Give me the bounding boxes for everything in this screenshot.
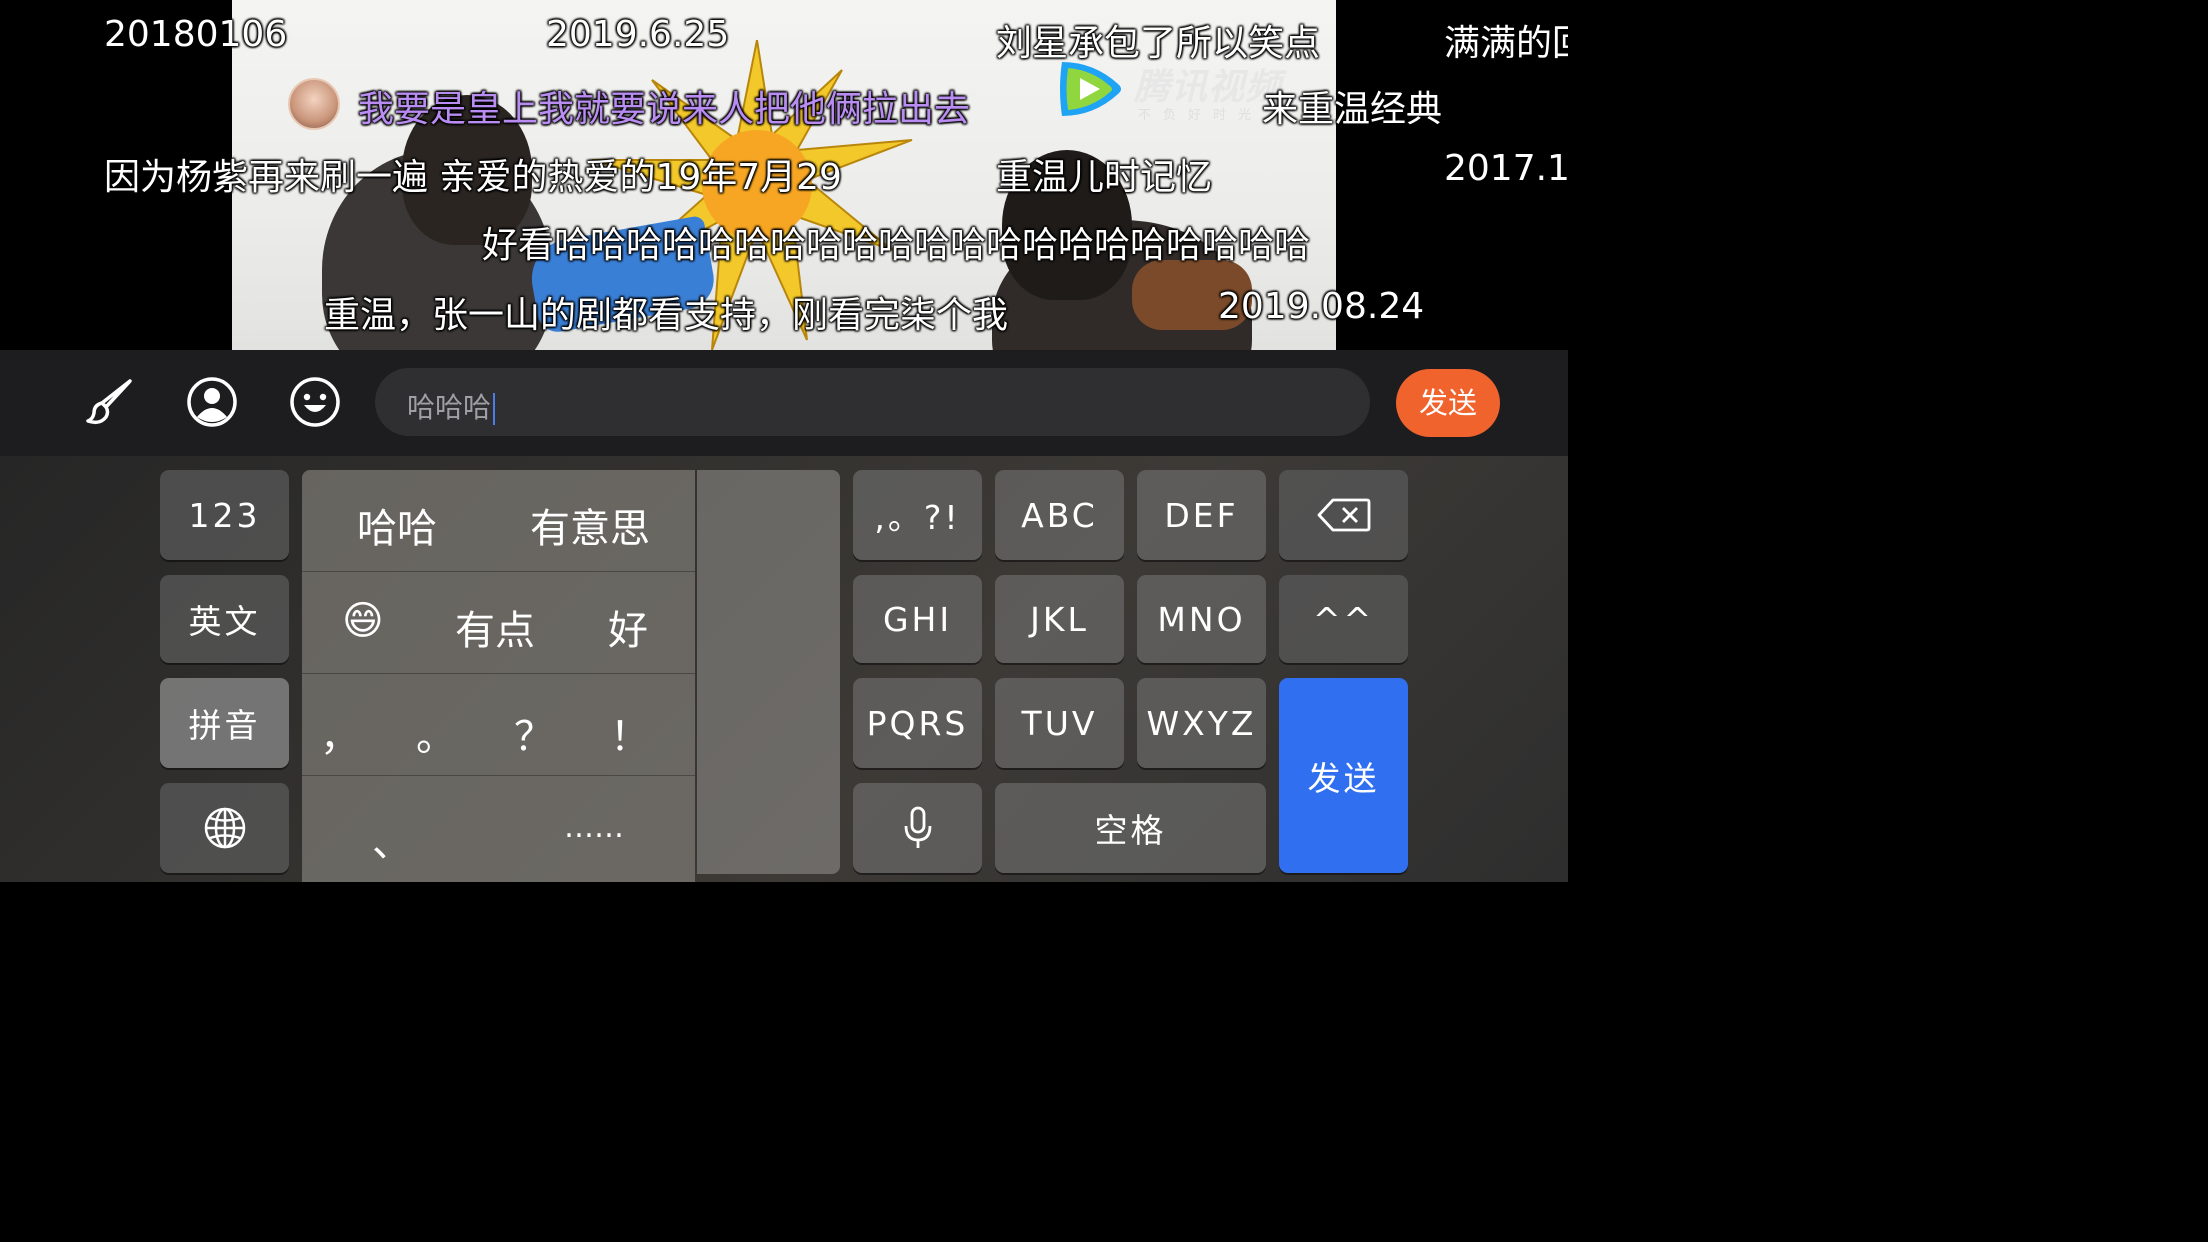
danmu-comment-highlighted: 我要是皇上我就要说来人把他俩拉出去 [358,89,971,130]
key-mno[interactable]: MNO [1137,575,1266,663]
candidate-panel: 哈哈 有意思 😄 有点 好 ， 。 ？ ！ 、 …… [302,470,695,882]
watermark-slogan: 不负好时光 [1138,108,1264,123]
backspace-icon [1317,498,1370,532]
send-button[interactable]: 发送 [1396,369,1500,437]
microphone-icon [904,806,931,848]
key-globe[interactable] [160,783,289,873]
key-123[interactable]: 123 [160,470,289,560]
candidate-word[interactable]: 有点 [455,598,535,656]
candidate-punct[interactable]: 、 [372,810,412,868]
candidate-panel-side [697,470,840,874]
candidate-punct[interactable]: …… [564,810,624,845]
globe-icon [204,807,245,849]
key-ghi[interactable]: GHI [853,575,982,663]
candidate-row: 😄 有点 好 [302,572,695,674]
video-player[interactable]: 腾讯视频 不负好时光 20180106 2019.6.25 刘星承包了所以笑点 … [0,0,1568,350]
candidate-punct[interactable]: ？ [514,704,554,762]
input-value: 哈哈哈 [407,391,492,424]
candidate-punct[interactable]: ， [320,704,360,762]
key-emoticon[interactable]: ^^ [1279,575,1408,663]
key-pqrs[interactable]: PQRS [853,678,982,768]
pinyin-keyboard: 123 英文 拼音 哈哈 有意思 😄 有点 好 ， 。 ？ ！ 、 …… ,。?… [0,456,1568,882]
danmu-comment: 好看哈哈哈哈哈哈哈哈哈哈哈哈哈哈哈哈哈哈哈哈哈 [482,225,1311,266]
emoji-icon[interactable] [288,375,342,429]
candidate-word[interactable]: 好 [608,598,648,656]
danmu-comment: 重温儿时记忆 [996,157,1213,198]
candidate-emoji[interactable]: 😄 [342,598,384,644]
danmu-comment: 2017.10 [1444,148,1568,189]
candidate-word[interactable]: 哈哈 [357,496,437,554]
key-backspace[interactable] [1279,470,1408,560]
candidate-word[interactable]: 有意思 [530,496,650,554]
candidate-row: ， 。 ？ ！ [302,674,695,776]
danmu-input-field[interactable]: 哈哈哈 [375,368,1370,436]
text-caret [493,393,496,425]
key-tuv[interactable]: TUV [995,678,1124,768]
user-avatar-icon[interactable] [185,375,239,429]
danmu-comment: 刘星承包了所以笑点 [996,23,1321,64]
key-punctuation[interactable]: ,。?! [853,470,982,560]
key-english[interactable]: 英文 [160,575,289,663]
danmu-comment: 因为杨紫再来刷一遍 亲爱的热爱的19年7月29 [104,157,842,198]
brush-icon[interactable] [84,375,138,429]
key-microphone[interactable] [853,783,982,873]
danmu-comment: 满满的回 [1444,23,1568,64]
key-jkl[interactable]: JKL [995,575,1124,663]
key-def[interactable]: DEF [1137,470,1266,560]
danmu-comment: 2019.6.25 [546,14,730,55]
danmu-comment: 来重温经典 [1262,89,1443,130]
candidate-row: 哈哈 有意思 [302,470,695,572]
danmu-comment: 重温，张一山的剧都看支持，刚看完柒个我 [324,295,1009,336]
key-send[interactable]: 发送 [1279,678,1408,873]
candidate-row: 、 …… [302,776,695,877]
key-space[interactable]: 空格 [995,783,1266,873]
key-wxyz[interactable]: WXYZ [1137,678,1266,768]
danmu-input-bar: 哈哈哈 发送 [0,350,1568,456]
key-abc[interactable]: ABC [995,470,1124,560]
danmu-user-avatar [288,78,340,130]
danmu-comment: 2019.08.24 [1218,286,1425,327]
danmu-comment: 20180106 [104,14,288,55]
candidate-punct[interactable]: ！ [610,704,650,762]
candidate-punct[interactable]: 。 [416,704,456,762]
key-pinyin[interactable]: 拼音 [160,678,289,768]
